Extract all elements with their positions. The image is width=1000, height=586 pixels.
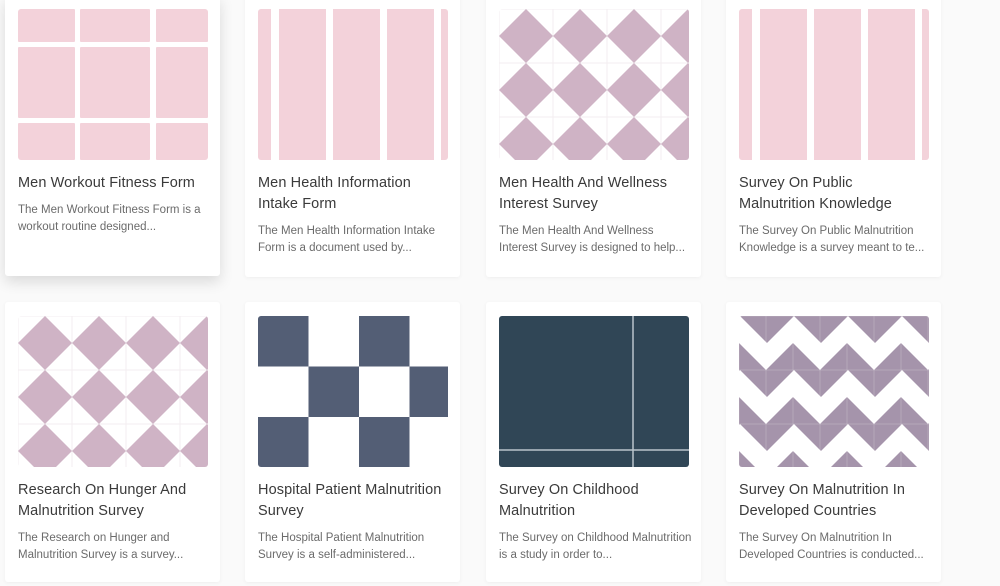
template-card[interactable]: Men Health And Wellness Interest Survey …: [486, 0, 701, 277]
pattern-stripe: [258, 9, 271, 160]
template-card[interactable]: Hospital Patient Malnutrition Survey The…: [245, 302, 460, 582]
pattern-stripe: [387, 9, 434, 160]
pattern-diamond: [661, 9, 689, 63]
pattern-block: [156, 9, 208, 42]
pattern-diamond: [72, 316, 126, 370]
template-description: The Men Health And Wellness Interest Sur…: [499, 225, 686, 254]
template-description: The Survey On Malnutrition In Developed …: [739, 532, 924, 561]
pattern-block: [156, 47, 208, 118]
pattern-diamond: [607, 63, 661, 117]
pattern-block: [18, 123, 75, 160]
template-card[interactable]: Survey On Public Malnutrition Knowledge …: [726, 0, 941, 277]
pattern-square: [359, 316, 410, 367]
thumbnail-pattern-stripes: [258, 9, 448, 160]
template-title[interactable]: Men Workout Fitness Form: [18, 173, 210, 194]
template-description: The Men Workout Fitness Form is a workou…: [18, 204, 201, 233]
pattern-diamond: [18, 316, 72, 370]
template-thumbnail[interactable]: [258, 9, 448, 160]
pattern-diamond: [499, 63, 553, 117]
pattern-diamond: [72, 370, 126, 424]
template-thumbnail[interactable]: [739, 9, 929, 160]
pattern-diamond: [126, 316, 180, 370]
pattern-diamond: [553, 9, 607, 63]
pattern-stripe: [739, 9, 752, 160]
pattern-square: [258, 316, 309, 367]
template-title[interactable]: Survey On Public Malnutrition Knowledge: [739, 173, 931, 215]
template-card[interactable]: Research On Hunger And Malnutrition Surv…: [5, 302, 220, 582]
pattern-diamond: [553, 63, 607, 117]
pattern-diamond: [607, 117, 661, 160]
pattern-panel: [499, 316, 689, 467]
pattern-diamond: [72, 424, 126, 467]
pattern-diamond: [126, 424, 180, 467]
thumbnail-pattern-stripes: [739, 9, 929, 160]
template-title[interactable]: Men Health And Wellness Interest Survey: [499, 173, 691, 215]
pattern-diamond: [180, 424, 208, 467]
pattern-stripe: [814, 9, 861, 160]
template-description: The Survey On Public Malnutrition Knowle…: [739, 225, 925, 254]
template-title[interactable]: Research On Hunger And Malnutrition Surv…: [18, 480, 210, 522]
pattern-diamond: [499, 9, 553, 63]
pattern-stripe: [279, 9, 326, 160]
template-description: The Research on Hunger and Malnutrition …: [18, 532, 184, 561]
thumbnail-pattern-diamonds: [18, 316, 208, 467]
pattern-diamond: [18, 370, 72, 424]
template-thumbnail[interactable]: [499, 316, 689, 467]
pattern-block: [80, 9, 150, 42]
pattern-block: [80, 47, 150, 118]
pattern-block: [18, 9, 75, 42]
template-card[interactable]: Survey On Malnutrition In Developed Coun…: [726, 302, 941, 582]
pattern-block: [18, 47, 75, 118]
pattern-diamond: [661, 117, 689, 160]
pattern-square: [409, 366, 448, 417]
pattern-diamond: [180, 370, 208, 424]
template-thumbnail[interactable]: [18, 9, 208, 160]
pattern-diamond: [499, 117, 553, 160]
pattern-stripe: [868, 9, 915, 160]
template-description: The Hospital Patient Malnutrition Survey…: [258, 532, 425, 561]
pattern-stripe: [333, 9, 380, 160]
template-card[interactable]: Men Workout Fitness Form The Men Workout…: [5, 0, 220, 276]
thumbnail-pattern-panel: [499, 316, 689, 467]
thumbnail-pattern-checker: [258, 316, 448, 467]
thumbnail-pattern-diamonds: [499, 9, 689, 160]
template-thumbnail[interactable]: [499, 9, 689, 160]
pattern-square: [308, 366, 359, 417]
pattern-square: [258, 417, 309, 467]
template-thumbnail[interactable]: [739, 316, 929, 467]
pattern-diamond: [180, 316, 208, 370]
pattern-diamond: [553, 117, 607, 160]
pattern-diamond: [607, 9, 661, 63]
template-title[interactable]: Hospital Patient Malnutrition Survey: [258, 480, 450, 522]
pattern-diamond: [661, 63, 689, 117]
pattern-stripe: [760, 9, 807, 160]
template-description: The Survey on Childhood Malnutrition is …: [499, 532, 692, 561]
thumbnail-pattern-chevron: [739, 316, 929, 467]
pattern-diamond: [126, 370, 180, 424]
template-thumbnail[interactable]: [18, 316, 208, 467]
pattern-stripe: [441, 9, 448, 160]
template-thumbnail[interactable]: [258, 316, 448, 467]
pattern-block: [80, 123, 150, 160]
template-description: The Men Health Information Intake Form i…: [258, 225, 436, 254]
pattern-stripe: [922, 9, 929, 160]
template-card[interactable]: Men Health Information Intake Form The M…: [245, 0, 460, 277]
template-title[interactable]: Survey On Childhood Malnutrition: [499, 480, 691, 522]
template-title[interactable]: Survey On Malnutrition In Developed Coun…: [739, 480, 931, 522]
pattern-square: [359, 417, 410, 467]
pattern-diamond: [18, 424, 72, 467]
thumbnail-pattern-grid: [18, 9, 208, 160]
pattern-block: [156, 123, 208, 160]
template-title[interactable]: Men Health Information Intake Form: [258, 173, 450, 215]
template-card[interactable]: Survey On Childhood Malnutrition The Sur…: [486, 302, 701, 582]
